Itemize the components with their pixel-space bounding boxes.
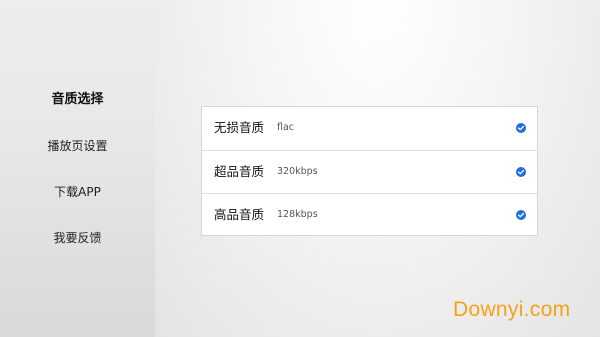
check-circle-icon: [516, 210, 526, 220]
quality-option-title: 无损音质: [214, 120, 265, 135]
sidebar-item-audio-quality[interactable]: 音质选择: [0, 92, 155, 108]
sidebar-item-download-app[interactable]: 下载APP: [0, 184, 155, 200]
watermark-logo: Downyi.com: [453, 298, 571, 321]
sidebar: 音质选择 播放页设置 下载APP 我要反馈: [0, 0, 155, 337]
sidebar-item-playback-settings[interactable]: 播放页设置: [0, 138, 155, 154]
check-circle-icon: [516, 123, 526, 133]
quality-options-panel: 无损音质 flac 超品音质 320kbps 高品音质 128kbps: [201, 106, 538, 236]
quality-option-super[interactable]: 超品音质 320kbps: [202, 150, 537, 193]
quality-option-format: 320kbps: [277, 166, 318, 177]
check-circle-icon: [516, 167, 526, 177]
quality-option-lossless[interactable]: 无损音质 flac: [202, 107, 537, 150]
quality-option-format: flac: [277, 122, 295, 133]
quality-option-format: 128kbps: [277, 209, 318, 220]
sidebar-item-feedback[interactable]: 我要反馈: [0, 230, 155, 246]
quality-option-high[interactable]: 高品音质 128kbps: [202, 193, 537, 236]
quality-option-title: 超品音质: [214, 164, 265, 179]
quality-option-title: 高品音质: [214, 207, 265, 222]
